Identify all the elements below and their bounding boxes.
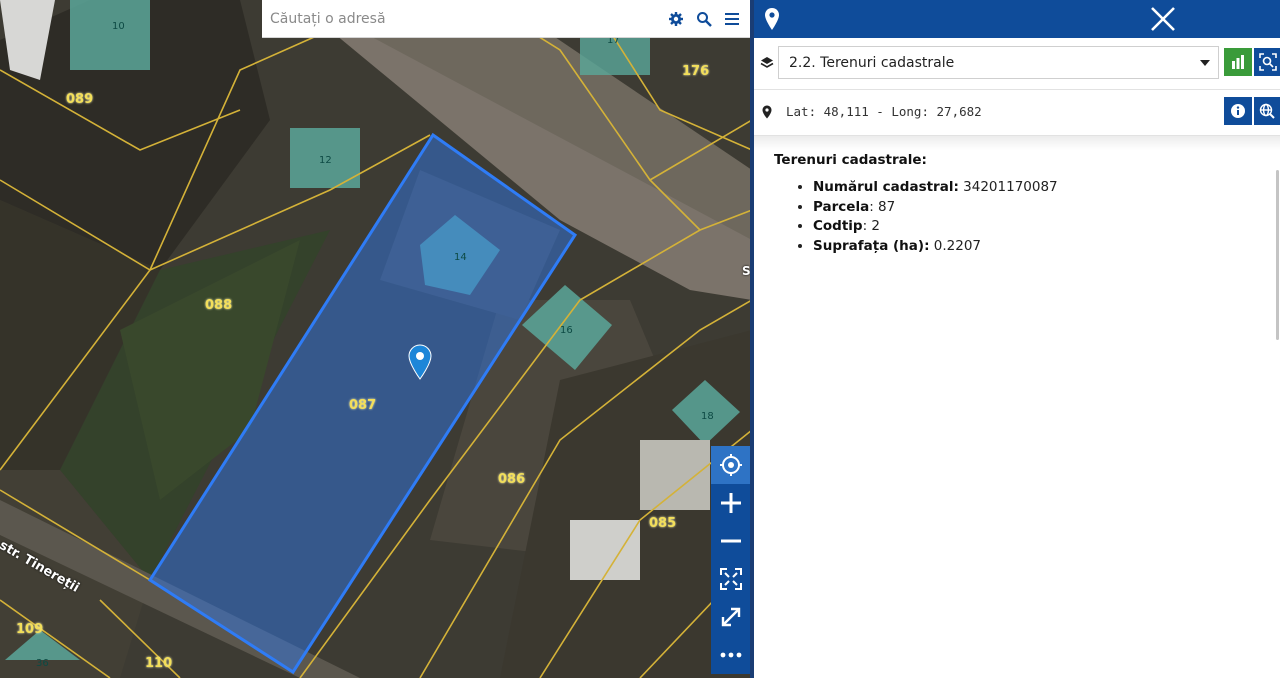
feature-info: Terenuri cadastrale: Numărul cadastral: …: [754, 152, 1280, 256]
minus-icon: [720, 539, 741, 543]
section-separator: [754, 136, 1280, 150]
attribute-key: Suprafața (ha):: [813, 237, 930, 254]
parcel-label: 110: [145, 656, 173, 671]
info-icon: [1231, 104, 1245, 118]
building-label: 10: [112, 21, 125, 32]
layers-icon: [760, 57, 774, 68]
settings-button[interactable]: [662, 0, 690, 38]
parcel-label: 088: [205, 298, 233, 313]
more-tools-button[interactable]: [711, 636, 750, 674]
parcel-label: 085: [649, 516, 677, 531]
close-icon[interactable]: [1150, 6, 1176, 32]
attribute-list: Numărul cadastral: 34201170087 Parcela: …: [813, 178, 1260, 256]
chart-icon: [1232, 55, 1244, 69]
attribute-value: : 87: [869, 198, 896, 215]
info-title: Terenuri cadastrale:: [774, 152, 927, 168]
expand-arrows-icon: [721, 607, 740, 627]
scrollbar[interactable]: [1274, 152, 1280, 672]
search-icon: [697, 11, 712, 27]
attribute-key: Codtip: [813, 218, 863, 234]
scrollbar-thumb[interactable]: [1276, 170, 1279, 340]
parcel-label: 176: [682, 64, 710, 79]
attribute-value: 34201170087: [963, 179, 1058, 195]
parcel-label: 109: [16, 622, 44, 637]
layer-row: 2.2. Terenuri cadastrale: [754, 38, 1280, 90]
search-input[interactable]: [262, 0, 662, 37]
plus-icon: [720, 493, 741, 513]
attribute-key: Numărul cadastral:: [813, 179, 959, 195]
locate-button[interactable]: [711, 446, 750, 484]
location-pin-icon: [762, 105, 772, 119]
fullscreen-button[interactable]: [711, 598, 750, 636]
chevron-down-icon: [1200, 60, 1210, 66]
attribute-item: Numărul cadastral: 34201170087: [813, 178, 1260, 198]
attribute-key: Parcela: [813, 198, 870, 215]
hamburger-menu-icon: [725, 12, 739, 25]
attribute-value: 0.2207: [933, 237, 982, 254]
coordinates-text: Lat: 48,111 - Long: 27,682: [786, 104, 982, 119]
building-label: 18: [701, 411, 714, 422]
parcel-label: 086: [498, 472, 526, 487]
zoom-out-button[interactable]: [711, 522, 750, 560]
zoom-to-feature-button[interactable]: [1254, 48, 1280, 76]
coordinates-row: Lat: 48,111 - Long: 27,682: [754, 90, 1280, 136]
menu-button[interactable]: [718, 0, 746, 38]
info-panel: 2.2. Terenuri cadastrale Lat: 48,111 - L…: [754, 0, 1280, 678]
attribute-value: : 2: [862, 218, 881, 234]
zoom-extent-icon: [719, 568, 742, 590]
layer-select-value: 2.2. Terenuri cadastrale: [789, 54, 955, 71]
search-bar: [262, 0, 750, 38]
attribute-item: Codtip: 2: [813, 217, 1260, 237]
attribute-item: Suprafața (ha): 0.2207: [813, 237, 1260, 257]
parcel-label: 089: [66, 92, 94, 107]
globe-search-icon: [1259, 103, 1275, 119]
building-label: 36: [36, 658, 49, 669]
building-label: 12: [319, 155, 332, 166]
ellipsis-icon: [720, 652, 741, 658]
zoom-extent-button[interactable]: [711, 560, 750, 598]
map-view[interactable]: 089 088 087 086 085 176 109 110 10 17 12…: [0, 0, 752, 678]
panel-header: [754, 0, 1280, 38]
attribute-item: Parcela: 87: [813, 198, 1260, 218]
building-label: 14: [454, 252, 467, 263]
layer-select[interactable]: 2.2. Terenuri cadastrale: [778, 46, 1219, 79]
zoom-in-button[interactable]: [711, 484, 750, 522]
focus-search-icon: [1259, 53, 1277, 71]
map-pin-icon: [765, 8, 779, 30]
crosshair-icon: [719, 454, 742, 476]
gear-icon: [669, 11, 683, 26]
search-button[interactable]: [690, 0, 718, 38]
map-toolbar: [711, 446, 750, 674]
info-button[interactable]: [1224, 97, 1252, 125]
geo-search-button[interactable]: [1254, 97, 1280, 125]
parcel-label: 087: [349, 398, 377, 413]
aerial-imagery: [0, 0, 752, 678]
building-label: 16: [560, 325, 573, 336]
statistics-button[interactable]: [1224, 48, 1252, 76]
